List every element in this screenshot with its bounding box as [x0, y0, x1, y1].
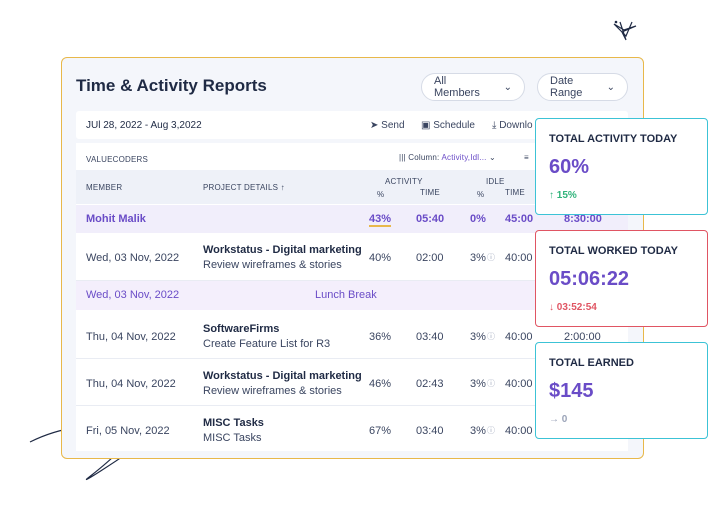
row-activity-pct: 67%	[369, 425, 392, 437]
summary-idle-time: 45:00	[505, 213, 534, 225]
total-activity-card: TOTAL ACTIVITY TODAY 60% ↑ 15%	[535, 118, 708, 215]
arrow-up-icon: ↑	[549, 190, 554, 201]
schedule-button[interactable]: ▣ Schedule	[421, 120, 475, 131]
download-button[interactable]: ⤓ Downlo	[492, 120, 533, 131]
arrow-down-icon: ↓	[549, 302, 554, 313]
row-project[interactable]: Workstatus - Digital marketing	[203, 244, 362, 256]
row-activity-time: 03:40	[416, 425, 444, 437]
break-date: Wed, 03 Nov, 2022	[86, 289, 180, 301]
row-idle-pct: 3%	[470, 252, 486, 264]
summary-activity-pct: 43%	[369, 213, 392, 227]
row-activity-time: 03:40	[416, 331, 444, 343]
row-activity-pct: 46%	[369, 378, 392, 390]
row-activity-time: 02:00	[416, 252, 444, 264]
date-range-text: JUl 28, 2022 - Aug 3,2022	[86, 120, 202, 131]
info-icon[interactable]: ⓘ	[487, 331, 495, 342]
row-idle-time: 40:00	[505, 425, 533, 437]
row-activity-pct: 40%	[369, 252, 392, 264]
column-selector[interactable]: ||| Column: Activity,Idl... ⌄	[399, 153, 496, 162]
members-filter-dropdown[interactable]: All Members ⌄	[421, 73, 525, 101]
columns-icon: |||	[399, 153, 406, 162]
row-task: Create Feature List for R3	[203, 338, 331, 350]
date-range-dropdown[interactable]: Date Range ⌄	[537, 73, 628, 101]
row-task: MISC Tasks	[203, 432, 262, 444]
send-icon: ➤	[370, 120, 379, 131]
total-earned-card: TOTAL EARNED $145 → 0	[535, 342, 708, 439]
row-activity-time: 02:43	[416, 378, 444, 390]
send-button[interactable]: ➤ Send	[370, 120, 405, 131]
sort-up-icon: ↑	[280, 183, 285, 192]
organization-name: VALUECODERS	[86, 155, 149, 164]
row-project[interactable]: SoftwareFirms	[203, 323, 279, 335]
stat-value: 05:06:22	[549, 268, 630, 290]
project-column-header[interactable]: PROJECT DETAILS ↑	[203, 183, 285, 192]
activity-pct-header: %	[377, 190, 385, 199]
stat-delta: ↓ 03:52:54	[549, 302, 597, 313]
chevron-down-icon: ⌄	[606, 81, 615, 93]
row-idle-time: 40:00	[505, 252, 533, 264]
row-idle-pct: 3%	[470, 331, 486, 343]
star-doodle-icon	[613, 20, 637, 41]
info-icon[interactable]: ⓘ	[487, 425, 495, 436]
page-title: Time & Activity Reports	[76, 76, 267, 95]
row-task: Review wireframes & stories	[203, 385, 342, 397]
row-idle-time: 40:00	[505, 378, 533, 390]
chevron-down-icon: ⌄	[489, 153, 496, 162]
row-date: Thu, 04 Nov, 2022	[86, 378, 176, 390]
member-column-header[interactable]: MEMBER	[86, 183, 122, 192]
stat-value: $145	[549, 380, 594, 402]
row-date: Fri, 05 Nov, 2022	[86, 425, 170, 437]
members-filter-label: All Members	[434, 75, 480, 99]
idle-pct-header: %	[477, 190, 485, 199]
calendar-icon: ▣	[421, 120, 431, 131]
row-activity-pct: 36%	[369, 331, 392, 343]
stat-delta: → 0	[549, 414, 568, 425]
row-date: Wed, 03 Nov, 2022	[86, 252, 180, 264]
summary-idle-pct: 0%	[470, 213, 486, 225]
filter-icon[interactable]: ≡	[524, 153, 529, 162]
row-project[interactable]: Workstatus - Digital marketing	[203, 370, 362, 382]
stat-delta: ↑ 15%	[549, 190, 577, 201]
download-icon: ⤓	[492, 120, 497, 131]
activity-time-header: TIME	[420, 188, 440, 197]
row-idle-pct: 3%	[470, 378, 486, 390]
row-task: Review wireframes & stories	[203, 259, 342, 271]
idle-column-header[interactable]: IDLE	[486, 177, 505, 186]
info-icon[interactable]: ⓘ	[487, 252, 495, 263]
arrow-right-icon: →	[549, 414, 559, 425]
activity-column-header[interactable]: ACTIVITY	[385, 177, 423, 186]
member-name[interactable]: Mohit Malik	[86, 213, 146, 225]
stat-label: TOTAL EARNED	[549, 357, 634, 369]
row-date: Thu, 04 Nov, 2022	[86, 331, 176, 343]
idle-time-header: TIME	[505, 188, 525, 197]
date-range-label: Date Range	[550, 75, 583, 99]
info-icon[interactable]: ⓘ	[487, 378, 495, 389]
summary-activity-time: 05:40	[416, 213, 445, 225]
row-project[interactable]: MISC Tasks	[203, 417, 264, 429]
row-idle-time: 40:00	[505, 331, 533, 343]
total-worked-card: TOTAL WORKED TODAY 05:06:22 ↓ 03:52:54	[535, 230, 708, 327]
stat-value: 60%	[549, 156, 590, 178]
row-idle-pct: 3%	[470, 425, 486, 437]
stat-label: TOTAL WORKED TODAY	[549, 245, 678, 257]
chevron-down-icon: ⌄	[503, 81, 512, 93]
break-label: Lunch Break	[315, 289, 377, 301]
stat-label: TOTAL ACTIVITY TODAY	[549, 133, 678, 145]
